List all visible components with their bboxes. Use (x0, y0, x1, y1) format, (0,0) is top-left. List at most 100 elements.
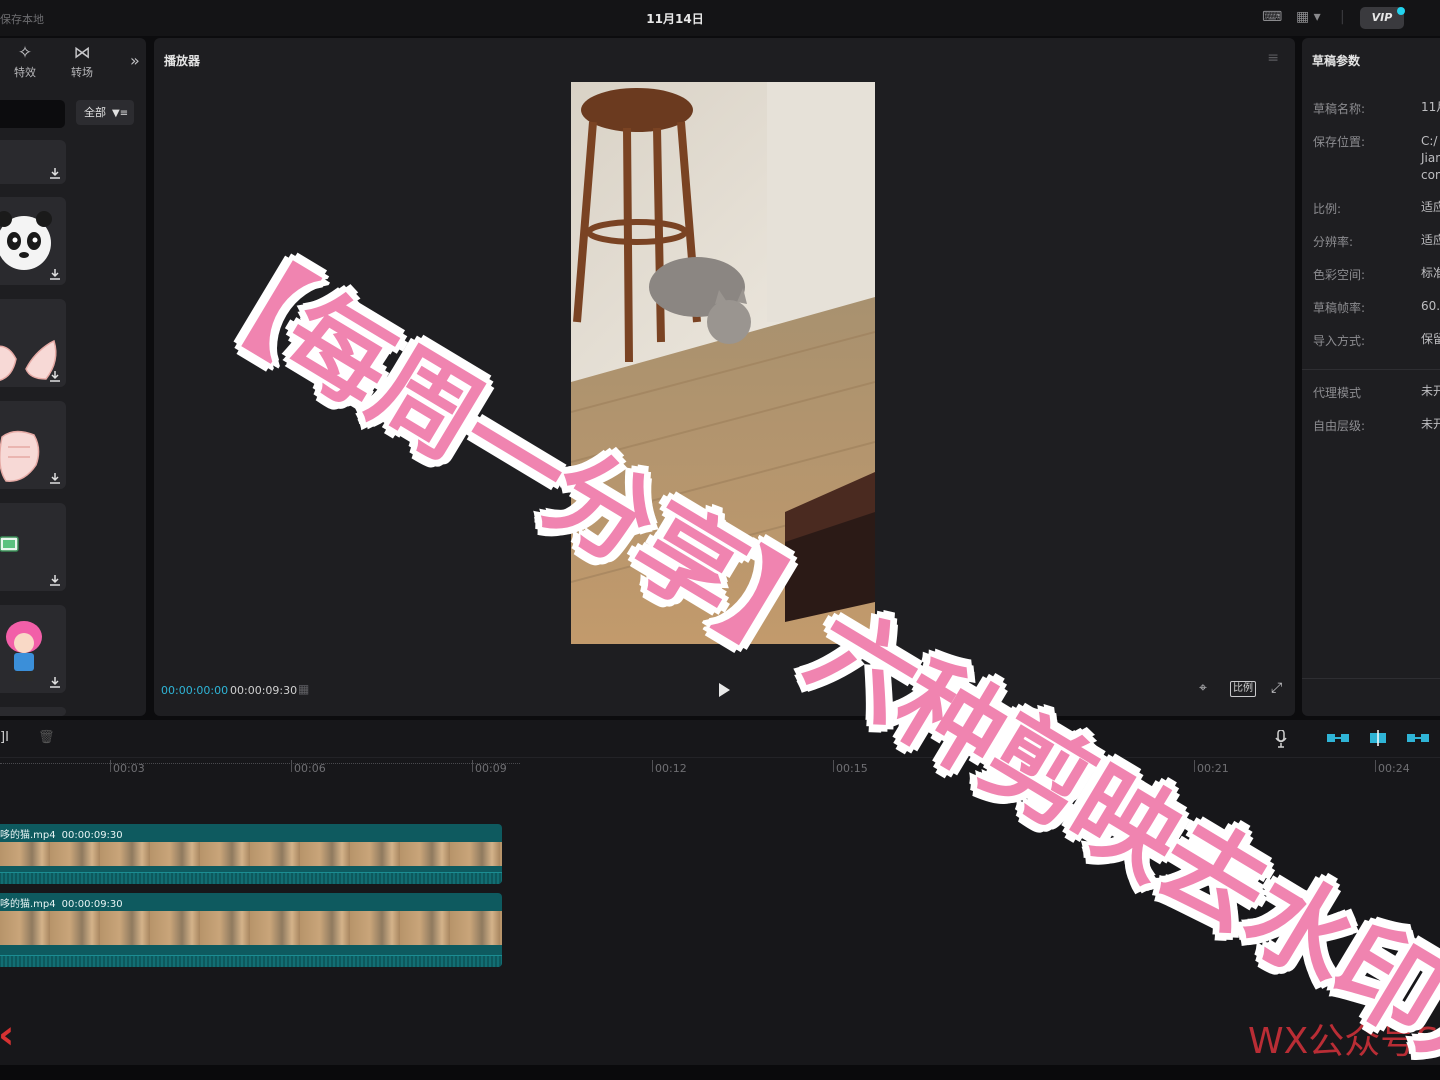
clip-name: 哆的猫.mp4 (0, 899, 56, 910)
param-label: 分辨率: (1313, 235, 1354, 249)
tab-transitions-label: 转场 (71, 66, 93, 79)
param-value: 60.0 (1421, 299, 1440, 313)
play-button[interactable] (717, 682, 731, 698)
sparkle-icon: ✧ (17, 43, 33, 63)
clip-label: 哆的猫.mp4 00:00:09:30 (0, 895, 123, 910)
draft-params-title: 草稿参数 (1312, 54, 1361, 68)
bowtie-icon: ⋈ (73, 43, 91, 63)
tick-label: 00:24 (1378, 762, 1410, 775)
filter-icon: ▼≡ (112, 108, 129, 119)
notification-dot (1397, 7, 1405, 15)
player-title: 播放器 (164, 54, 201, 68)
ruler-dots (0, 758, 520, 764)
tick-mark (833, 760, 834, 772)
preview-axis-icon[interactable] (1406, 730, 1430, 746)
video-clip[interactable]: 哆的猫.mp4 00:00:09:30 (0, 824, 502, 884)
tab-transitions[interactable]: ⋈ 转场 (62, 42, 102, 80)
download-icon[interactable] (50, 575, 60, 586)
clip-duration: 00:00:09:30 (61, 830, 123, 841)
fullscreen-icon[interactable]: ⤢ (1271, 680, 1282, 696)
screenshot-icon[interactable]: ⌖ (1199, 680, 1207, 696)
tick-mark (652, 760, 653, 772)
bottom-strip (0, 1065, 1440, 1080)
delete-icon[interactable]: 🗑 (38, 730, 55, 745)
grid-icon[interactable]: ▦ (298, 682, 309, 696)
sticker-item[interactable] (0, 197, 66, 285)
param-label: 草稿帧率: (1313, 301, 1366, 315)
clip-label: 哆的猫.mp4 00:00:09:30 (0, 826, 123, 841)
param-label: 导入方式: (1313, 334, 1366, 348)
back-arrow-icon: ‹ (0, 1012, 14, 1058)
param-value: 适应 (1421, 233, 1440, 247)
search-input[interactable] (0, 100, 65, 128)
project-title: 11月14日 (646, 12, 704, 26)
param-value: 标准 (1421, 266, 1440, 280)
tick-mark (1375, 760, 1376, 772)
audio-waveform (0, 955, 502, 967)
snap-icon[interactable] (1366, 730, 1390, 746)
tick-label: 00:21 (1197, 762, 1229, 775)
current-time: 00:00:00:00 (161, 684, 229, 697)
download-icon[interactable] (50, 168, 60, 179)
microphone-icon[interactable] (1275, 730, 1287, 748)
param-value: 未开 (1421, 384, 1440, 398)
tick-label: 00:12 (655, 762, 687, 775)
param-value: 11月 (1421, 100, 1440, 114)
param-label: 草稿名称: (1313, 102, 1366, 116)
tick-mark (1194, 760, 1195, 772)
divider (1302, 678, 1440, 679)
tick-mark (472, 760, 473, 772)
param-label: 代理模式 (1313, 386, 1362, 400)
clip-thumbnails (0, 842, 502, 866)
menu-icon[interactable]: ≡ (1267, 50, 1279, 66)
param-value: C:/ Jian con (1421, 134, 1440, 182)
tick-label: 00:15 (836, 762, 868, 775)
sticker-item[interactable] (0, 503, 66, 591)
sticker-item[interactable] (0, 299, 66, 387)
tick-label: 00:03 (113, 762, 145, 775)
param-value: 适应 (1421, 200, 1440, 214)
tab-effects[interactable]: ✧ 特效 (5, 42, 45, 80)
video-clip[interactable]: 哆的猫.mp4 00:00:09:30 (0, 893, 502, 967)
total-time: 00:00:09:30 (230, 684, 298, 697)
divider: | (1340, 9, 1345, 25)
layout-icon[interactable]: ▦ ▾ (1296, 9, 1321, 25)
double-chevron-right-icon[interactable]: » (130, 51, 140, 70)
download-icon[interactable] (50, 269, 60, 280)
tick-label: 00:09 (475, 762, 507, 775)
filter-label: 全部 (84, 106, 106, 119)
divider (1302, 369, 1440, 370)
sticker-item[interactable] (0, 707, 66, 716)
param-label: 保存位置: (1313, 135, 1366, 149)
param-value: 未开 (1421, 417, 1440, 431)
top-bar: 保存本地 11月14日 ⌨ ▦ ▾ | VIP (0, 0, 1440, 36)
timeline-panel: ]I 🗑 00:03 00:06 00:09 00:12 00:15 00:21… (0, 720, 1440, 1065)
ratio-button[interactable]: 比例 (1230, 681, 1256, 697)
param-label: 自由层级: (1313, 419, 1366, 433)
timeline-toolbar: ]I 🗑 (0, 720, 1440, 758)
tab-effects-label: 特效 (14, 66, 36, 79)
clip-name: 哆的猫.mp4 (0, 830, 56, 841)
download-icon[interactable] (50, 371, 60, 382)
video-preview[interactable] (571, 82, 875, 644)
keyboard-icon[interactable]: ⌨ (1262, 9, 1282, 25)
filter-button[interactable]: 全部 ▼≡ (76, 100, 134, 125)
split-icon[interactable]: ]I (0, 730, 9, 745)
clip-duration: 00:00:09:30 (61, 899, 123, 910)
cat-video-frame (571, 82, 875, 644)
clip-thumbnails (0, 911, 502, 945)
download-icon[interactable] (50, 677, 60, 688)
param-label: 比例: (1313, 202, 1342, 216)
param-label: 色彩空间: (1313, 268, 1366, 282)
tick-mark (291, 760, 292, 772)
link-icon[interactable] (1326, 730, 1350, 746)
wechat-watermark: WX公众号S (1248, 1021, 1440, 1062)
sticker-item[interactable] (0, 140, 66, 184)
sticker-item[interactable] (0, 605, 66, 693)
tick-label: 00:06 (294, 762, 326, 775)
audio-waveform (0, 872, 502, 884)
download-icon[interactable] (50, 473, 60, 484)
param-value: 保留 (1421, 332, 1440, 346)
tick-mark (110, 760, 111, 772)
sticker-item[interactable] (0, 401, 66, 489)
